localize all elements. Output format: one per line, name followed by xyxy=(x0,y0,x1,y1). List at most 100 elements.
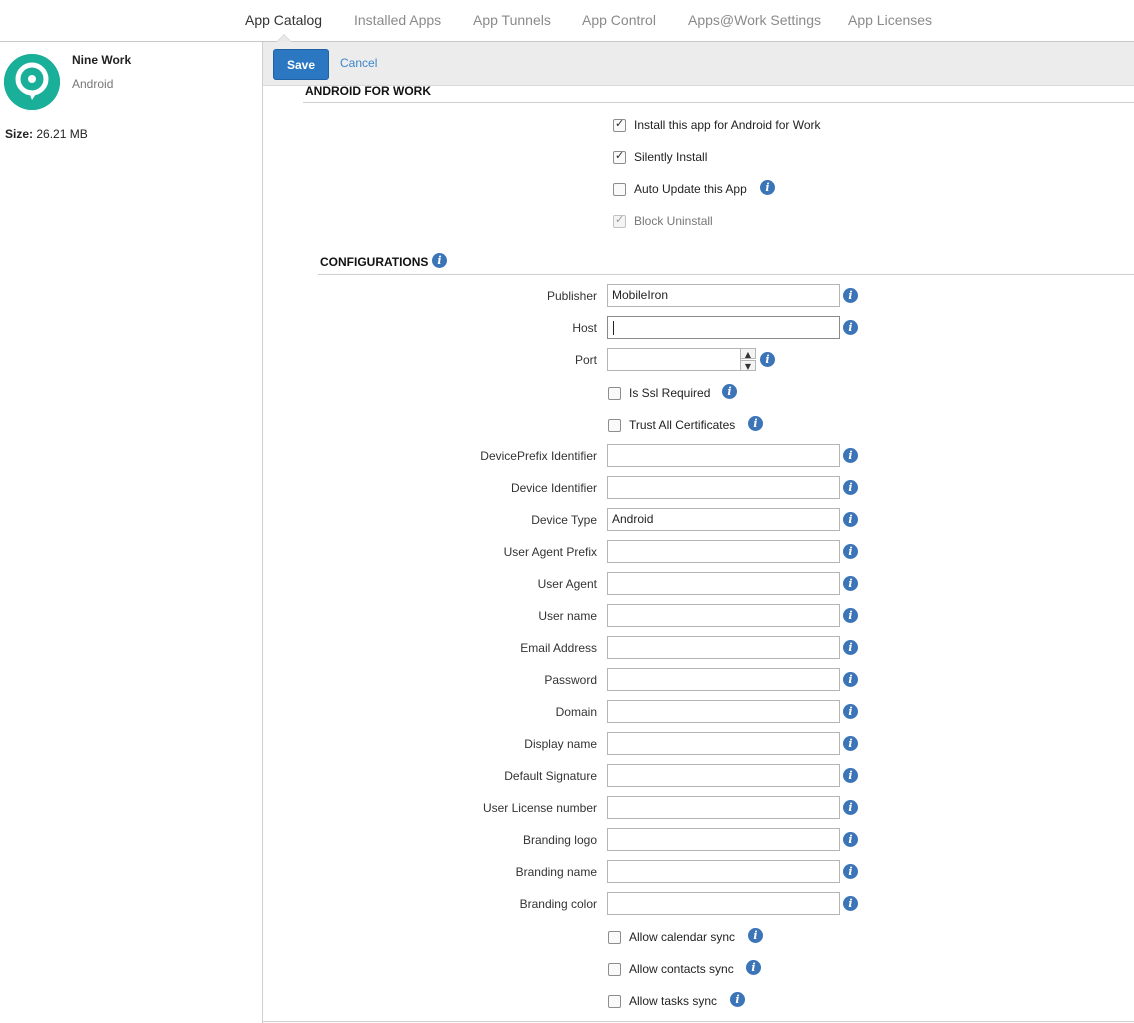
publisher-label: Publisher xyxy=(546,289,597,303)
info-icon[interactable]: i xyxy=(843,640,858,655)
active-tab-caret-icon xyxy=(276,34,292,42)
tab-app-licenses[interactable]: App Licenses xyxy=(848,12,932,28)
branding-name-field[interactable] xyxy=(607,860,840,883)
device-type-label: Device Type xyxy=(531,513,597,527)
text-cursor xyxy=(613,321,614,335)
info-icon[interactable]: i xyxy=(432,253,447,268)
port-stepper[interactable]: ▲ ▼ xyxy=(740,348,756,371)
tab-app-catalog[interactable]: App Catalog xyxy=(245,12,322,28)
user-license-number-field[interactable] xyxy=(607,796,840,819)
app-details-sidebar: Nine Work Android Size: 26.21 MB xyxy=(0,42,262,1023)
tab-app-control[interactable]: App Control xyxy=(582,12,656,28)
device-identifier-label: Device Identifier xyxy=(510,481,597,495)
info-icon[interactable]: i xyxy=(843,512,858,527)
info-icon[interactable]: i xyxy=(843,832,858,847)
info-icon[interactable]: i xyxy=(843,864,858,879)
silently-install-checkbox[interactable] xyxy=(613,149,626,164)
section-title-configurations: CONFIGURATIONS xyxy=(320,255,429,269)
option-label: Allow calendar sync xyxy=(629,930,736,944)
info-icon[interactable]: i xyxy=(843,288,858,303)
branding-color-label: Branding color xyxy=(519,897,597,911)
info-icon[interactable]: i xyxy=(843,544,858,559)
user-agent-label: User Agent xyxy=(537,577,597,591)
tab-apps-at-work-settings[interactable]: Apps@Work Settings xyxy=(688,12,821,28)
app-size-value: 26.21 MB xyxy=(36,127,88,141)
info-icon[interactable]: i xyxy=(843,768,858,783)
top-navigation: App Catalog Installed Apps App Tunnels A… xyxy=(0,0,1134,42)
user-license-number-label: User License number xyxy=(482,801,597,815)
info-icon[interactable]: i xyxy=(730,992,745,1007)
email-address-field[interactable] xyxy=(607,636,840,659)
save-button[interactable]: Save xyxy=(273,49,329,80)
option-label: Is Ssl Required xyxy=(629,386,711,400)
branding-color-field[interactable] xyxy=(607,892,840,915)
device-identifier-field[interactable] xyxy=(607,476,840,499)
allow-contacts-sync-checkbox[interactable] xyxy=(608,963,621,976)
allow-tasks-sync-checkbox[interactable] xyxy=(608,995,621,1008)
allow-calendar-sync-checkbox[interactable] xyxy=(608,931,621,944)
display-name-field[interactable] xyxy=(607,732,840,755)
user-agent-prefix-field[interactable] xyxy=(607,540,840,563)
cancel-link[interactable]: Cancel xyxy=(340,56,377,70)
tab-app-tunnels[interactable]: App Tunnels xyxy=(473,12,551,28)
section-title-android-for-work: ANDROID FOR WORK xyxy=(305,84,431,98)
option-label: Trust All Certificates xyxy=(629,418,736,432)
option-label: Allow tasks sync xyxy=(629,994,718,1008)
info-icon[interactable]: i xyxy=(843,320,858,335)
default-signature-field[interactable] xyxy=(607,764,840,787)
publisher-field[interactable]: MobileIron xyxy=(607,284,840,307)
trust-all-certificates-checkbox[interactable] xyxy=(608,419,621,432)
user-agent-prefix-label: User Agent Prefix xyxy=(503,545,597,559)
chevron-up-icon[interactable]: ▲ xyxy=(740,348,756,359)
info-icon[interactable]: i xyxy=(748,416,763,431)
domain-label: Domain xyxy=(555,705,597,719)
info-icon[interactable]: i xyxy=(722,384,737,399)
device-prefix-identifier-label: DevicePrefix Identifier xyxy=(480,449,597,463)
info-icon[interactable]: i xyxy=(843,736,858,751)
app-logo-icon xyxy=(4,54,60,110)
user-name-field[interactable] xyxy=(607,604,840,627)
option-label: Block Uninstall xyxy=(634,214,713,228)
info-icon[interactable]: i xyxy=(843,896,858,911)
section-divider xyxy=(303,102,1134,103)
auto-update-checkbox[interactable] xyxy=(613,183,626,196)
display-name-label: Display name xyxy=(524,737,597,751)
info-icon[interactable]: i xyxy=(760,180,775,195)
host-label: Host xyxy=(572,321,597,335)
action-toolbar: Save Cancel xyxy=(263,42,1134,86)
tab-installed-apps[interactable]: Installed Apps xyxy=(354,12,441,28)
info-icon[interactable]: i xyxy=(748,928,763,943)
option-label: Silently Install xyxy=(634,150,708,164)
option-label: Allow contacts sync xyxy=(629,962,734,976)
info-icon[interactable]: i xyxy=(843,480,858,495)
app-settings-panel: Save Cancel ANDROID FOR WORK Install thi… xyxy=(262,42,1134,1023)
branding-logo-label: Branding logo xyxy=(522,833,597,847)
user-agent-field[interactable] xyxy=(607,572,840,595)
option-label: Install this app for Android for Work xyxy=(634,118,821,132)
app-size: Size: 26.21 MB xyxy=(5,127,88,141)
chevron-down-icon[interactable]: ▼ xyxy=(740,360,756,371)
port-field[interactable] xyxy=(607,348,741,371)
info-icon[interactable]: i xyxy=(843,704,858,719)
password-field[interactable] xyxy=(607,668,840,691)
branding-name-label: Branding name xyxy=(515,865,597,879)
info-icon[interactable]: i xyxy=(746,960,761,975)
info-icon[interactable]: i xyxy=(843,608,858,623)
info-icon[interactable]: i xyxy=(843,800,858,815)
info-icon[interactable]: i xyxy=(843,576,858,591)
password-label: Password xyxy=(544,673,597,687)
branding-logo-field[interactable] xyxy=(607,828,840,851)
info-icon[interactable]: i xyxy=(843,448,858,463)
install-for-afw-checkbox[interactable] xyxy=(613,117,626,132)
info-icon[interactable]: i xyxy=(760,352,775,367)
host-field[interactable] xyxy=(607,316,840,339)
email-address-label: Email Address xyxy=(520,641,597,655)
option-label: Auto Update this App xyxy=(634,182,747,196)
is-ssl-required-checkbox[interactable] xyxy=(608,387,621,400)
device-type-field[interactable]: Android xyxy=(607,508,840,531)
user-name-label: User name xyxy=(538,609,597,623)
info-icon[interactable]: i xyxy=(843,672,858,687)
app-platform: Android xyxy=(72,77,114,91)
device-prefix-identifier-field[interactable] xyxy=(607,444,840,467)
domain-field[interactable] xyxy=(607,700,840,723)
